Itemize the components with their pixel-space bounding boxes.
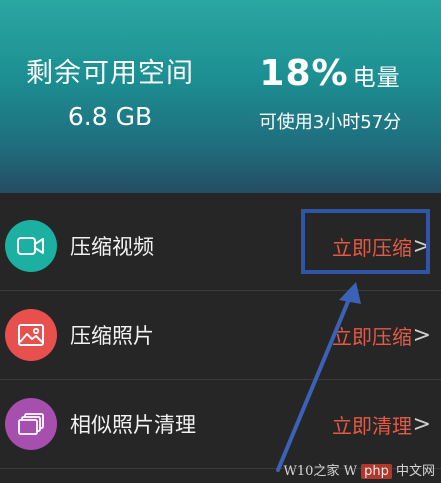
storage-title: 剩余可用空间: [26, 58, 194, 89]
watermark-text: W10之家 W: [283, 464, 357, 479]
chevron-right-icon: >: [412, 322, 431, 348]
watermark-php: php: [361, 464, 392, 479]
clean-similar-photos-button[interactable]: 立即清理: [332, 410, 412, 439]
photo-stack-icon: [5, 398, 57, 450]
battery-percent: 18%: [259, 53, 349, 94]
list-item-label: 相似照片清理: [70, 413, 196, 437]
battery-title: 18% 电量: [220, 56, 440, 96]
battery-stat: 18% 电量 可使用3小时57分: [220, 56, 440, 134]
battery-unit: 电量: [352, 65, 401, 91]
image-icon: [5, 309, 57, 361]
storage-stat: 剩余可用空间 6.8 GB: [0, 56, 220, 131]
storage-value: 6.8 GB: [67, 102, 153, 131]
video-camera-icon: [5, 220, 57, 272]
list-item-similar-photos[interactable]: 相似照片清理 立即清理 >: [0, 380, 441, 469]
battery-remaining-time: 可使用3小时57分: [258, 112, 402, 133]
list-item-compress-photos[interactable]: 压缩照片 立即压缩 >: [0, 291, 441, 380]
watermark-suffix: 中文网: [395, 464, 435, 479]
watermark: W10之家 W php 中文网: [284, 460, 435, 479]
compress-photos-button[interactable]: 立即压缩: [332, 321, 412, 350]
chevron-right-icon: >: [412, 411, 431, 437]
list-item-label: 压缩照片: [70, 324, 154, 348]
highlight-box: [301, 209, 430, 274]
list-item-label: 压缩视频: [70, 235, 154, 259]
status-header: 剩余可用空间 6.8 GB 18% 电量 可使用3小时57分: [0, 0, 441, 193]
